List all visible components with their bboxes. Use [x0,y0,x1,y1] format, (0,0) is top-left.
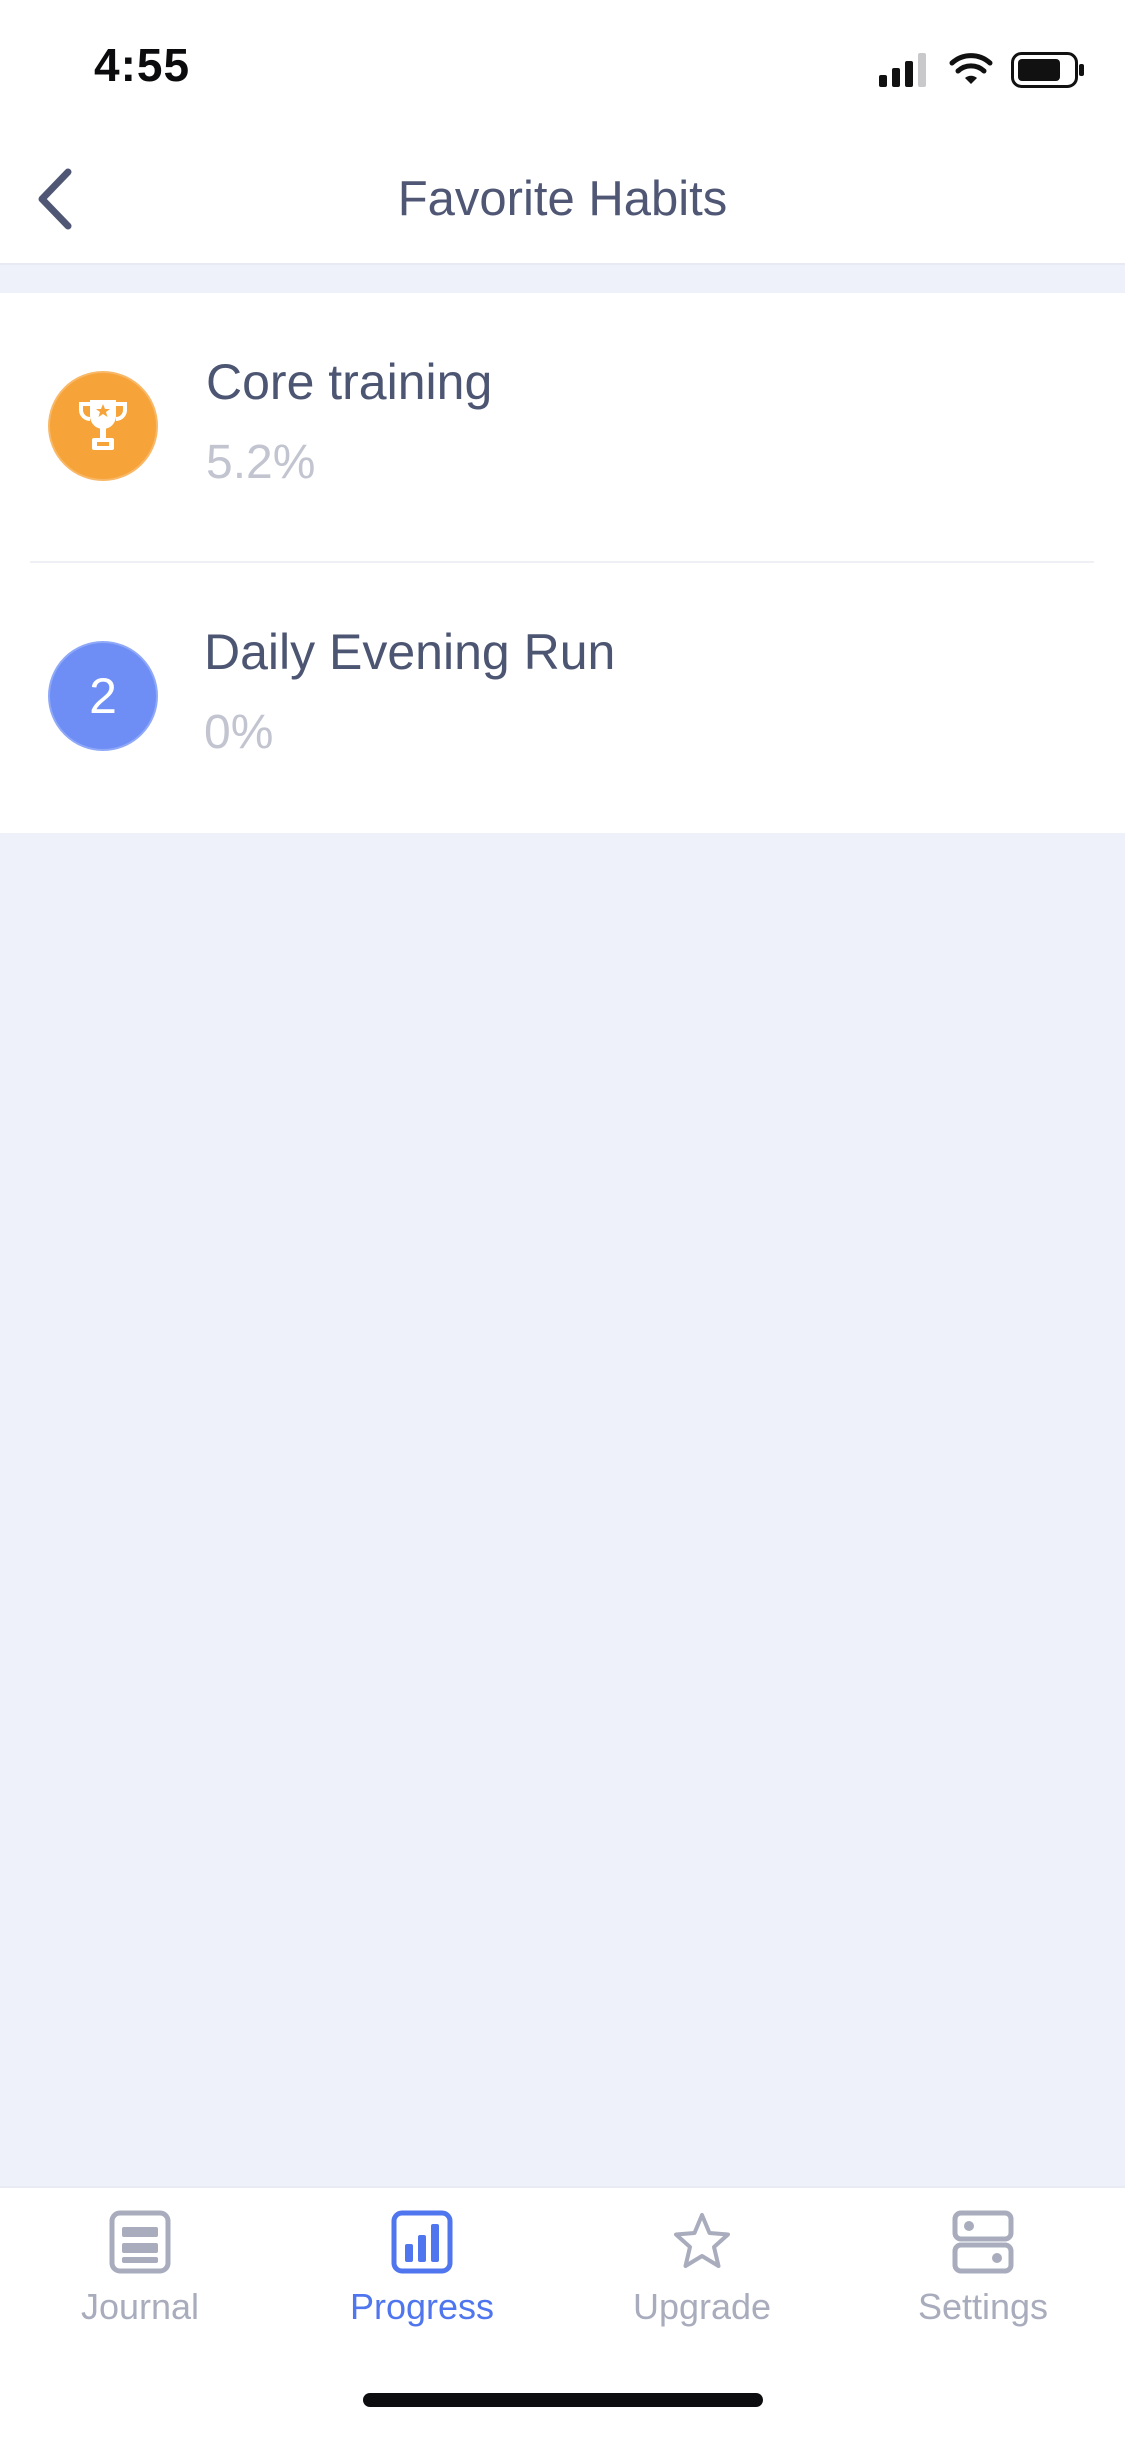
tab-upgrade[interactable]: Upgrade [577,2210,827,2350]
journal-icon [109,2210,171,2274]
tab-label: Journal [80,2286,200,2327]
habit-percent: 0% [204,706,274,759]
signal-icon [879,53,926,87]
tab-settings[interactable]: Settings [858,2210,1108,2350]
tab-label: Upgrade [632,2286,772,2327]
habit-row-core-training[interactable]: Core training 5.2% [0,293,1125,563]
star-icon [674,2213,730,2268]
nav-bar: Favorite Habits [0,135,1125,265]
trophy-icon [79,400,127,450]
page-title: Favorite Habits [397,172,728,226]
tab-journal[interactable]: Journal [15,2210,265,2350]
habit-list: Core training 5.2% 2 Daily Evening Run 0… [0,293,1125,833]
bar-chart-icon [391,2210,453,2274]
status-bar: 4:55 [0,0,1125,135]
tab-label: Settings [917,2286,1049,2327]
status-time: 4:55 [94,39,191,91]
status-icons [879,50,1085,90]
home-indicator [363,2393,763,2407]
wifi-icon [949,53,993,84]
habit-percent: 5.2% [206,436,316,489]
number-badge: 2 [48,641,158,751]
habit-name: Daily Evening Run [204,624,616,680]
trophy-badge [48,371,158,481]
settings-icon [952,2210,1014,2274]
tab-progress[interactable]: Progress [297,2210,547,2350]
habit-row-daily-evening-run[interactable]: 2 Daily Evening Run 0% [0,563,1125,833]
tab-label: Progress [349,2286,495,2327]
battery-icon [1011,52,1084,88]
habit-name: Core training [206,354,493,410]
